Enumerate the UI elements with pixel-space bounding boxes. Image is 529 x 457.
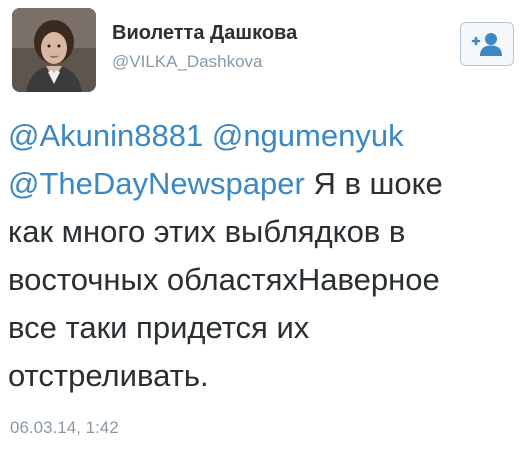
tweet-text-segment: Я в шоке <box>313 166 443 201</box>
tweet-line-6: отстреливать. <box>8 358 209 393</box>
tweet-timestamp[interactable]: 06.03.14, 1:42 <box>10 418 119 438</box>
tweet-text: @Akunin8881 @ngumenyuk @TheDayNewspaper … <box>8 112 523 400</box>
tweet-line-4: восточных областяхНаверное <box>8 262 440 297</box>
mention-link[interactable]: @ngumenyuk <box>212 118 404 153</box>
tweet-line-3: как много этих выблядков в <box>8 214 406 249</box>
add-user-icon <box>471 33 502 56</box>
tweet-line-5: все таки придется их <box>8 310 310 345</box>
follow-button[interactable] <box>460 22 514 66</box>
avatar[interactable] <box>12 8 96 92</box>
tweet-line-2: @TheDayNewspaper Я в шоке <box>8 160 523 208</box>
avatar-image <box>12 8 96 92</box>
mention-link[interactable]: @Akunin8881 <box>8 118 203 153</box>
display-name[interactable]: Виолетта Дашкова <box>112 22 297 45</box>
tweet-line-1: @Akunin8881 @ngumenyuk <box>8 112 523 160</box>
mention-link[interactable]: @TheDayNewspaper <box>8 166 305 201</box>
tweet-card: Виолетта Дашкова @VILKA_Dashkova @Akunin… <box>0 0 529 457</box>
user-handle[interactable]: @VILKA_Dashkova <box>112 52 263 72</box>
